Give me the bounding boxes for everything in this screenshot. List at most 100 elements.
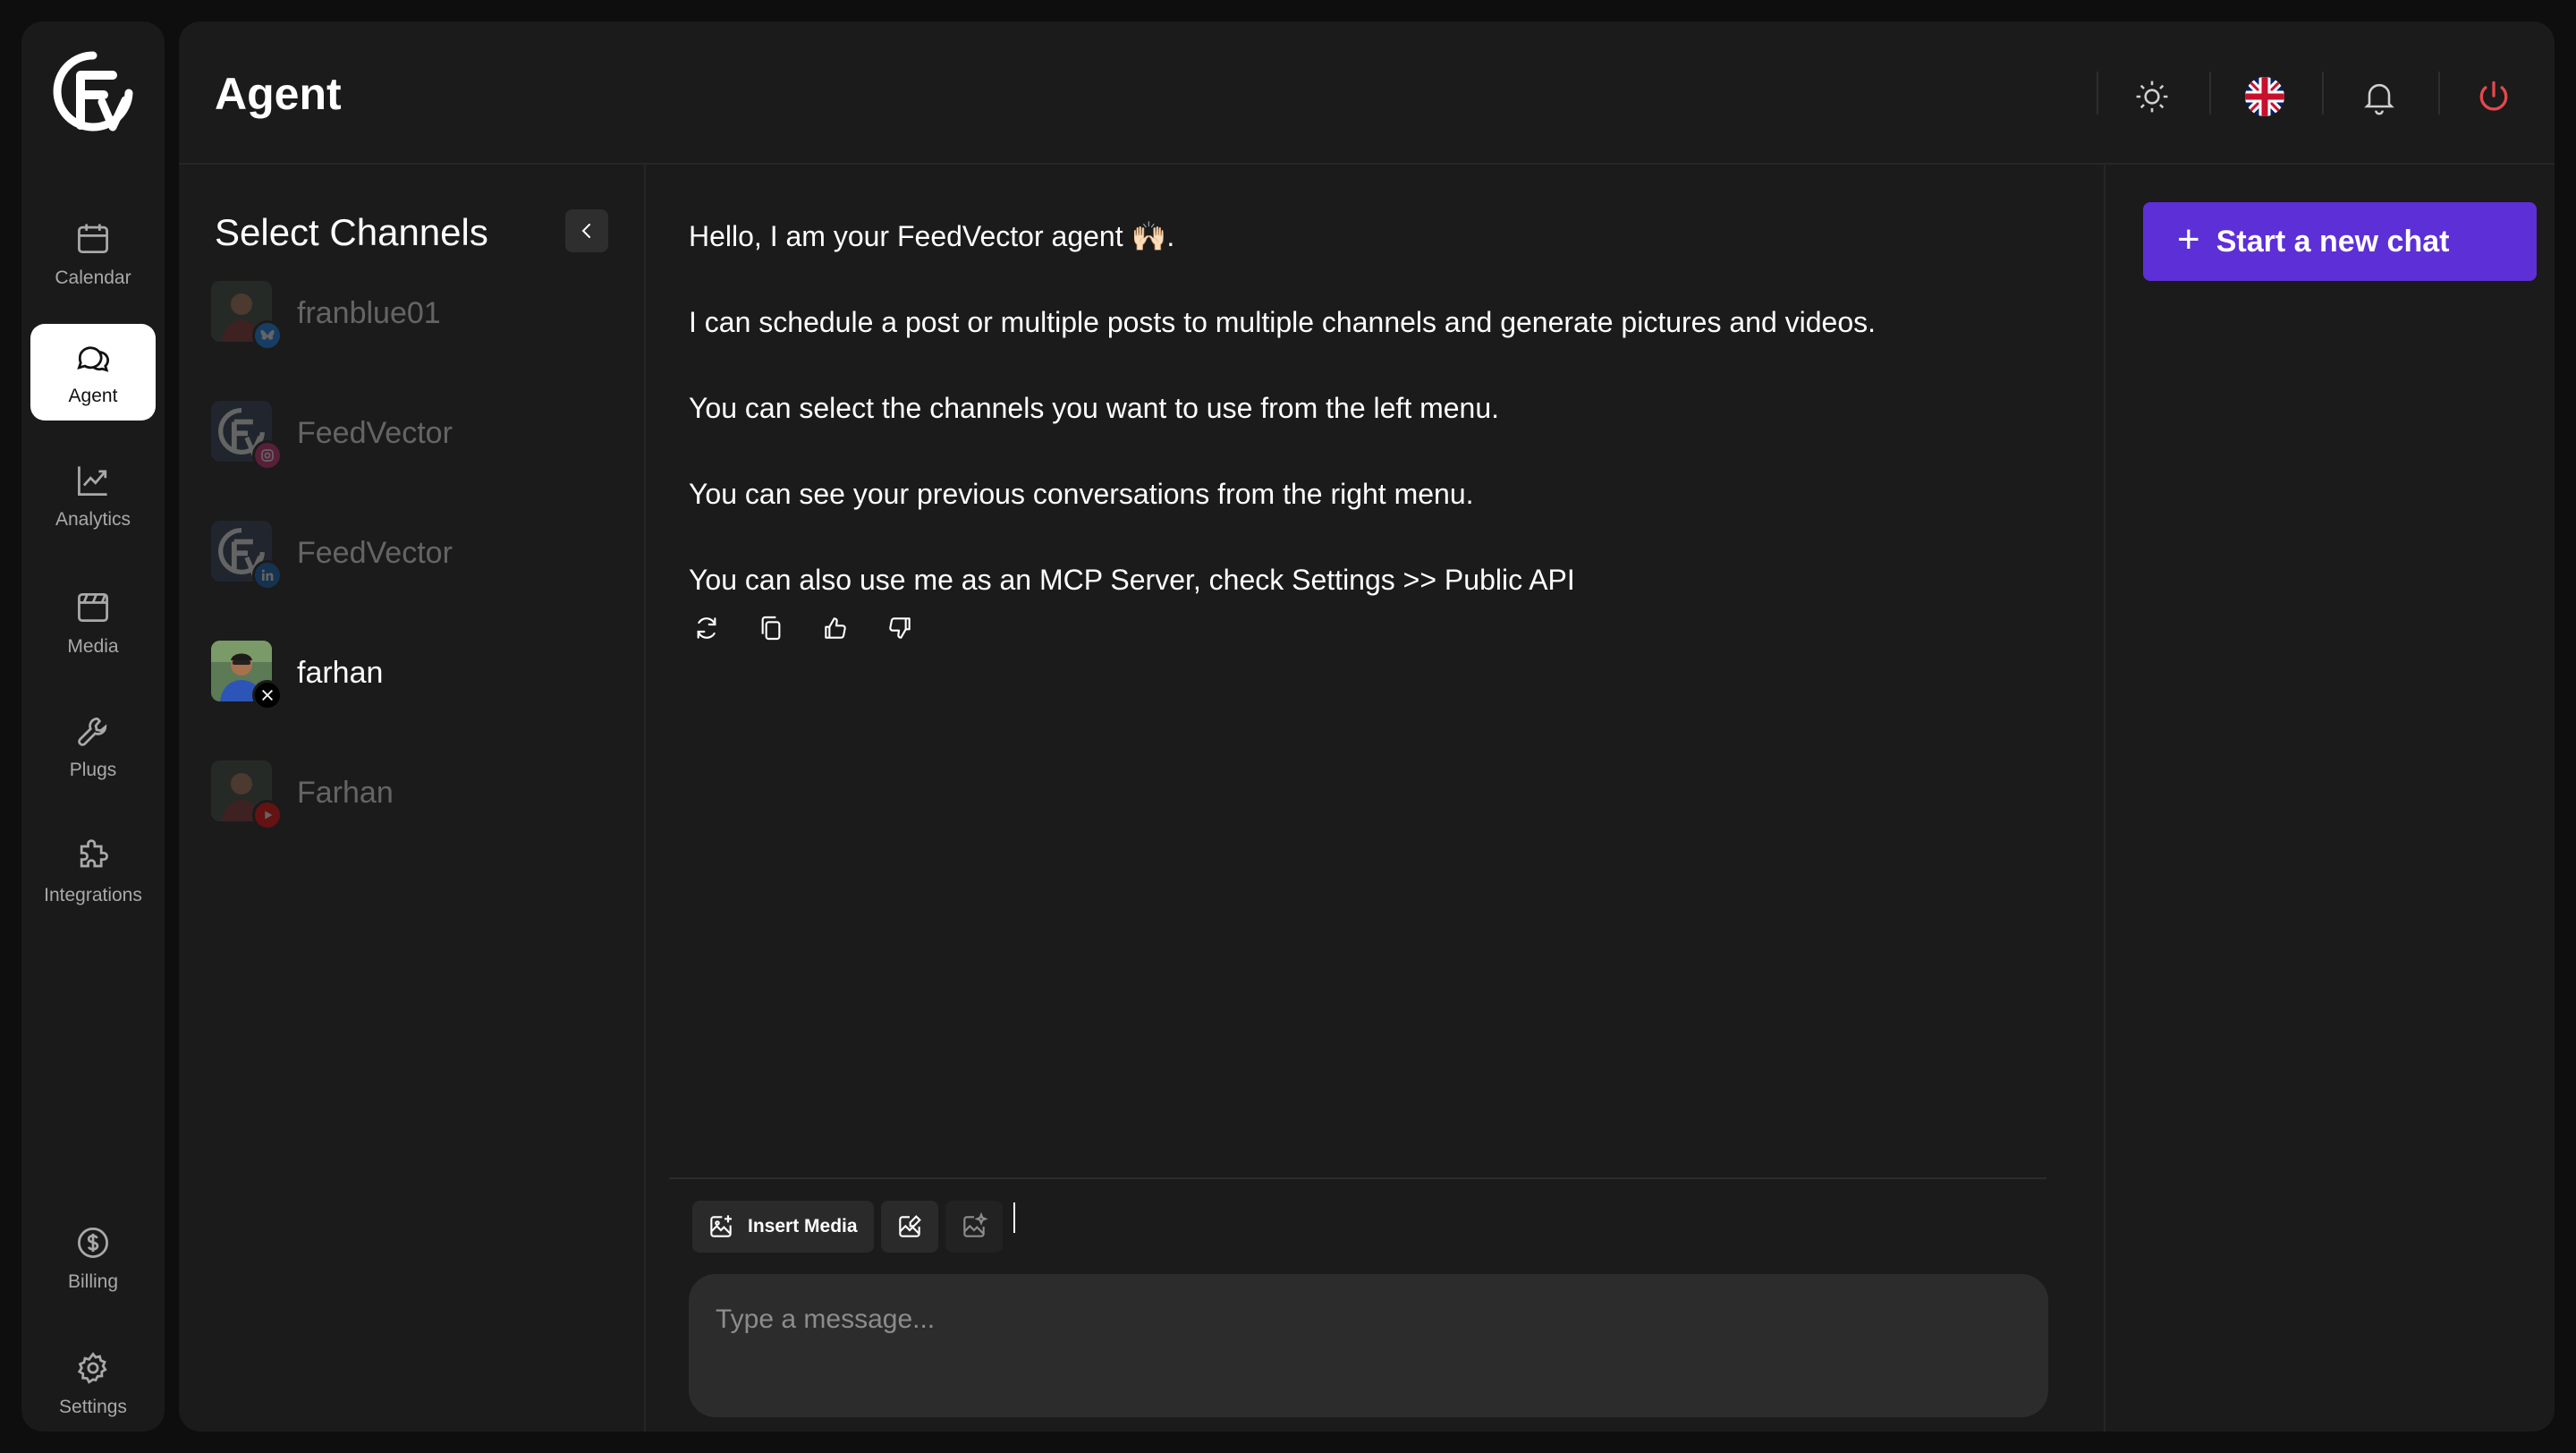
channel-avatar xyxy=(211,281,283,351)
composer-divider xyxy=(669,1177,2046,1179)
header-divider xyxy=(2097,72,2098,115)
bluesky-icon xyxy=(260,329,275,340)
channel-name: FeedVector xyxy=(297,535,453,570)
nav-label: Billing xyxy=(67,1271,119,1292)
header-divider xyxy=(2209,72,2211,115)
channel-item[interactable]: franblue01 xyxy=(211,277,605,351)
collapse-channels-button[interactable] xyxy=(565,209,608,252)
x-badge xyxy=(252,680,283,710)
channel-item[interactable]: FeedVector xyxy=(211,397,605,471)
uk-flag-icon xyxy=(2245,77,2284,116)
calendar-icon xyxy=(78,224,108,254)
channel-name: Farhan xyxy=(297,775,394,810)
main-panel: Agent Select Channels franblue01 FeedVec… xyxy=(179,21,2555,1432)
message-line: You can see your previous conversations … xyxy=(689,478,1474,510)
gear-icon xyxy=(77,1352,107,1384)
nav-label: Settings xyxy=(59,1397,127,1417)
like-button[interactable] xyxy=(818,610,853,646)
chat-area: Hello, I am your FeedVector agent 🙌🏻. I … xyxy=(648,165,2104,1432)
page-title: Agent xyxy=(215,69,342,119)
nav-label: Media xyxy=(67,636,119,657)
dollar-circle-icon xyxy=(78,1228,108,1258)
language-button[interactable] xyxy=(2240,72,2290,122)
ai-image-button[interactable] xyxy=(945,1201,1003,1253)
channel-avatar xyxy=(211,521,283,591)
nav-label: Plugs xyxy=(69,760,117,780)
linkedin-icon xyxy=(261,569,274,581)
sun-icon xyxy=(2136,81,2168,113)
top-header: Agent xyxy=(179,21,2555,165)
start-new-chat-label: Start a new chat xyxy=(2216,224,2450,259)
nav-label: Agent xyxy=(68,386,118,406)
start-new-chat-button[interactable]: + Start a new chat xyxy=(2143,202,2537,281)
generate-image-button[interactable] xyxy=(880,1201,938,1253)
agent-message: Hello, I am your FeedVector agent 🙌🏻. I … xyxy=(689,220,2048,596)
chevron-left-icon xyxy=(581,224,590,238)
text-cursor xyxy=(1013,1202,1015,1233)
x-logo-icon xyxy=(262,690,273,701)
nav-item-settings[interactable]: Settings xyxy=(30,1335,156,1432)
main-sidebar: Calendar Agent Analytics Media Plugs Int… xyxy=(21,21,165,1432)
nav-label: Integrations xyxy=(44,885,142,905)
wrench-icon xyxy=(78,717,107,746)
message-line: I can schedule a post or multiple posts … xyxy=(689,306,1877,338)
puzzle-icon xyxy=(80,839,108,868)
nav-item-plugs[interactable]: Plugs xyxy=(30,698,156,794)
nav-item-calendar[interactable]: Calendar xyxy=(30,206,156,302)
channels-panel: Select Channels franblue01 FeedVector Fe… xyxy=(179,165,646,1432)
message-line: You can select the channels you want to … xyxy=(689,392,1500,424)
nav-item-media[interactable]: Media xyxy=(30,574,156,671)
copy-button[interactable] xyxy=(753,610,789,646)
channel-avatar xyxy=(211,641,283,710)
notifications-button[interactable] xyxy=(2354,72,2404,122)
feedvector-logo[interactable] xyxy=(39,38,147,145)
message-line: You can also use me as an MCP Server, ch… xyxy=(689,564,1575,596)
message-actions xyxy=(689,610,946,646)
dislike-button[interactable] xyxy=(882,610,918,646)
channel-avatar xyxy=(211,760,283,830)
refresh-icon xyxy=(697,617,716,639)
history-panel: + Start a new chat xyxy=(2104,165,2555,1432)
thumbs-up-icon xyxy=(825,617,846,639)
regenerate-button[interactable] xyxy=(689,610,724,646)
theme-toggle-button[interactable] xyxy=(2127,72,2177,122)
channel-name: franblue01 xyxy=(297,295,441,330)
youtube-badge xyxy=(252,800,283,830)
nav-item-billing[interactable]: Billing xyxy=(30,1210,156,1306)
youtube-icon xyxy=(265,811,273,820)
channel-name: FeedVector xyxy=(297,415,453,450)
chart-line-icon xyxy=(78,466,107,496)
insert-media-label: Insert Media xyxy=(748,1216,858,1236)
channel-item[interactable]: FeedVector xyxy=(211,517,605,591)
channel-item-selected[interactable]: farhan xyxy=(211,637,605,710)
composer-toolbar: Insert Media xyxy=(692,1201,1015,1253)
instagram-icon xyxy=(261,449,274,462)
nav-item-analytics[interactable]: Analytics xyxy=(30,447,156,544)
nav-label: Calendar xyxy=(55,268,131,288)
nav-label: Analytics xyxy=(55,509,131,530)
linkedin-badge xyxy=(252,560,283,591)
image-sparkle-icon xyxy=(962,1212,988,1237)
image-add-icon xyxy=(710,1215,732,1237)
channel-item[interactable]: Farhan xyxy=(211,757,605,830)
channel-name: farhan xyxy=(297,655,384,690)
chat-bubbles-icon xyxy=(77,346,109,372)
message-input[interactable] xyxy=(689,1274,2048,1417)
bell-icon xyxy=(2364,83,2394,115)
instagram-badge xyxy=(252,440,283,471)
nav-item-integrations[interactable]: Integrations xyxy=(30,823,156,920)
logo-icon xyxy=(53,51,133,132)
image-edit-icon xyxy=(898,1215,921,1237)
bluesky-badge xyxy=(252,320,283,351)
channels-title: Select Channels xyxy=(215,211,488,253)
logout-button[interactable] xyxy=(2469,72,2519,122)
nav-item-agent[interactable]: Agent xyxy=(30,324,156,421)
plus-icon: + xyxy=(2177,217,2200,261)
media-icon xyxy=(78,592,108,623)
header-divider xyxy=(2322,72,2324,115)
copy-icon xyxy=(761,616,781,641)
thumbs-down-icon xyxy=(889,617,911,639)
channel-avatar xyxy=(211,401,283,471)
insert-media-button[interactable]: Insert Media xyxy=(692,1201,874,1253)
header-divider xyxy=(2438,72,2440,115)
